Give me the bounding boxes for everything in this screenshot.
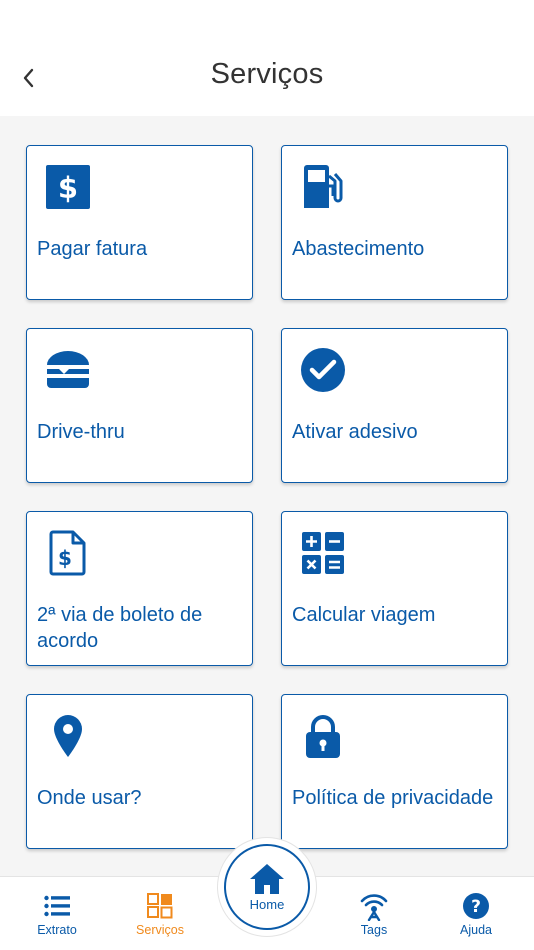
grid-icon: [147, 893, 173, 919]
header: Serviços: [0, 0, 534, 116]
home-icon: [250, 863, 284, 894]
home-button[interactable]: Home: [218, 838, 316, 936]
calculator-icon: [300, 530, 346, 576]
service-card-pagar-fatura[interactable]: $ Pagar fatura: [26, 145, 253, 300]
service-card-segunda-via-boleto[interactable]: $ 2ª via de boleto de acordo: [26, 511, 253, 666]
nav-label: Tags: [360, 923, 388, 937]
service-label: Calcular viagem: [292, 604, 436, 626]
map-pin-icon: [45, 713, 91, 759]
lock-icon: [300, 713, 346, 759]
burger-icon: [45, 347, 91, 393]
service-label: Onde usar?: [37, 787, 142, 809]
dollar-document-icon: $: [45, 530, 91, 576]
check-circle-icon: [300, 347, 346, 393]
service-card-drive-thru[interactable]: Drive-thru: [26, 328, 253, 483]
home-button-ring: Home: [224, 844, 310, 930]
help-circle-icon: ?: [463, 893, 489, 919]
svg-text:$: $: [58, 171, 78, 205]
service-card-politica-privacidade[interactable]: Política de privacidade: [281, 694, 508, 849]
service-label: Pagar fatura: [37, 238, 148, 260]
nav-label: Home: [249, 896, 285, 912]
page-title: Serviços: [210, 58, 324, 90]
nav-label: Serviços: [136, 923, 184, 937]
service-label: Política de privacidade: [292, 787, 494, 809]
nav-label: Ajuda: [460, 923, 492, 937]
service-card-calcular-viagem[interactable]: Calcular viagem: [281, 511, 508, 666]
service-card-onde-usar[interactable]: Onde usar?: [26, 694, 253, 849]
nav-item-tags[interactable]: Tags: [339, 891, 409, 937]
list-icon: [44, 895, 70, 917]
service-card-ativar-adesivo[interactable]: Ativar adesivo: [281, 328, 508, 483]
fuel-pump-icon: [300, 164, 346, 210]
dollar-square-icon: $: [45, 164, 91, 210]
service-card-abastecimento[interactable]: Abastecimento: [281, 145, 508, 300]
svg-text:$: $: [58, 546, 72, 570]
nav-label: Extrato: [37, 923, 77, 937]
nav-item-extrato[interactable]: Extrato: [22, 891, 92, 937]
service-label: 2ª via de boleto de acordo: [37, 604, 203, 652]
nav-item-servicos[interactable]: Serviços: [125, 891, 195, 937]
nav-item-ajuda[interactable]: ? Ajuda: [441, 891, 511, 937]
service-label: Abastecimento: [292, 238, 425, 260]
service-label: Ativar adesivo: [292, 421, 418, 443]
services-grid: $ Pagar fatura Abastecimento Drive-thru: [0, 116, 534, 876]
service-label: Drive-thru: [37, 421, 125, 443]
tag-signal-icon: [360, 894, 388, 921]
svg-text:?: ?: [471, 897, 481, 917]
